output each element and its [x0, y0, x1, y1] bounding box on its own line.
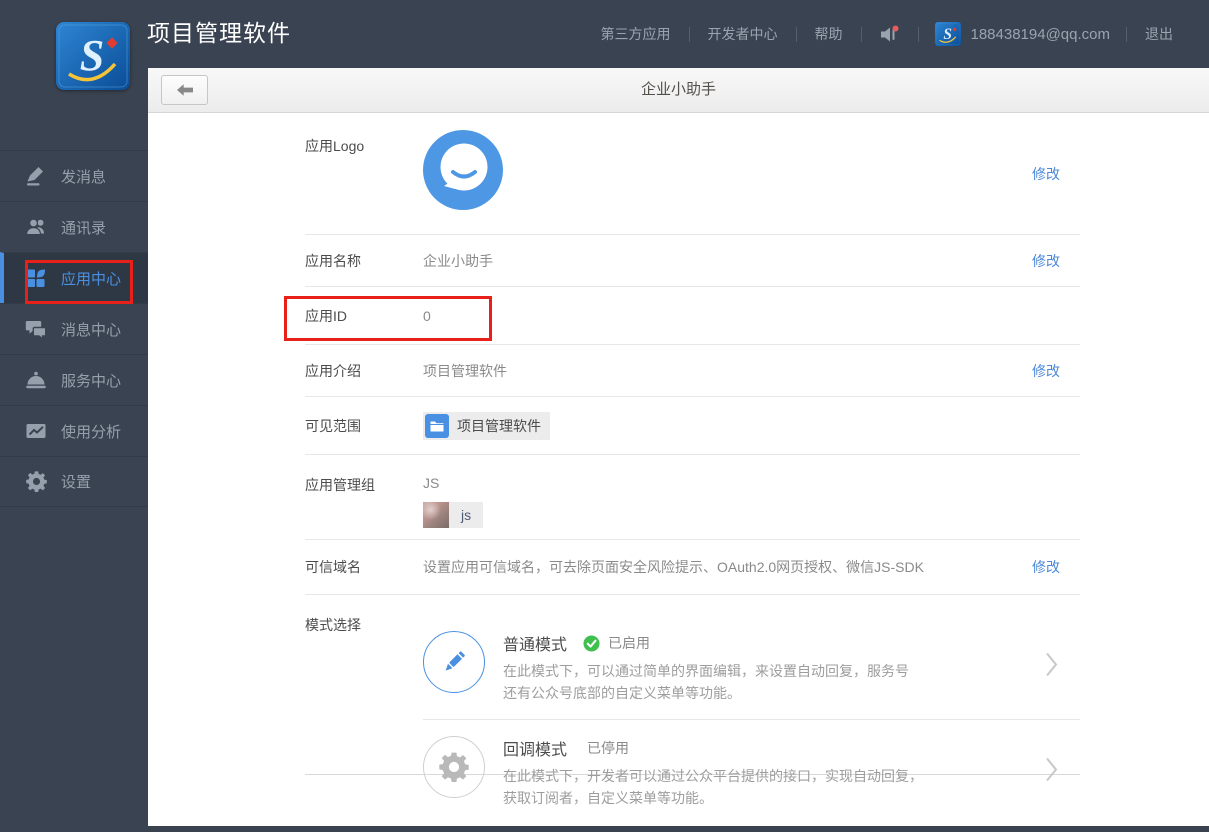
callback-mode-status: 已停用 [587, 740, 630, 756]
bottom-strip [148, 826, 1209, 832]
normal-mode-card[interactable]: 普通模式 已启用 在此模式下，可以通过简单的界面编辑，来设置自动回复，服务号 还… [423, 615, 1080, 719]
brand-title: 项目管理软件 [147, 20, 291, 46]
admin-group-block: JS js [423, 475, 484, 533]
trusted-domain-description: 设置应用可信域名，可去除页面安全风险提示、OAuth2.0网页授权、微信JS-S… [423, 559, 924, 575]
announcement-speaker-icon[interactable] [862, 23, 918, 45]
sidebar-item-label: 通讯录 [61, 219, 107, 237]
normal-mode-desc-line1: 在此模式下，可以通过简单的界面编辑，来设置自动回复，服务号 [503, 663, 909, 679]
callback-mode-desc-line1: 在此模式下，开发者可以通过公众平台提供的接口，实现自动回复， [503, 768, 923, 784]
callback-mode-title: 回调模式 [503, 742, 568, 759]
modify-logo-link[interactable]: 修改 [1032, 164, 1060, 184]
chevron-right-icon[interactable] [1045, 757, 1058, 788]
nav-third-party-apps[interactable]: 第三方应用 [583, 24, 689, 44]
app-name-value: 企业小助手 [423, 252, 493, 269]
callback-mode-text: 回调模式 已停用 在此模式下，开发者可以通过公众平台提供的接口，实现自动回复， … [503, 736, 923, 809]
row-app-intro: 应用介绍 项目管理软件 修改 [305, 345, 1080, 397]
brand-logo [56, 22, 130, 90]
app-settings-panel: 应用Logo 修改 应用名称 企业小助手 修改 应用ID 0 应用介绍 项目管理… [148, 113, 1209, 826]
callback-mode-card[interactable]: 回调模式 已停用 在此模式下，开发者可以通过公众平台提供的接口，实现自动回复， … [423, 719, 1080, 824]
sidebar-item-label: 发消息 [61, 168, 107, 186]
member-avatar [423, 502, 449, 528]
sidebar-item-usage-analytics[interactable]: 使用分析 [0, 405, 148, 456]
field-label: 应用名称 [305, 252, 361, 269]
field-label: 应用ID [305, 307, 347, 324]
back-arrow-icon [176, 84, 193, 96]
row-trusted-domain: 可信域名 设置应用可信域名，可去除页面安全风险提示、OAuth2.0网页授权、微… [305, 540, 1080, 595]
member-name: js [449, 502, 484, 528]
contacts-people-icon [25, 216, 47, 238]
normal-mode-status: 已启用 [608, 635, 651, 651]
enabled-check-icon [583, 634, 600, 652]
modify-trusted-domain-link[interactable]: 修改 [1032, 557, 1060, 577]
app-id-value: 0 [423, 307, 431, 324]
sidebar-menu: 发消息 通讯录 应用中心 消息中心 服务中心 使用分析 设置 [0, 150, 148, 507]
nav-help[interactable]: 帮助 [797, 24, 861, 44]
row-app-id: 应用ID 0 [305, 287, 1080, 345]
row-mode-select: 模式选择 普通模式 已启用 在此模式下，可以通过简单的界面编辑，来设置自动回复，… [305, 595, 1080, 806]
sidebar-item-label: 设置 [61, 474, 92, 491]
folder-icon [425, 413, 449, 438]
modify-name-link[interactable]: 修改 [1032, 251, 1060, 271]
nav-developer-center[interactable]: 开发者中心 [690, 24, 796, 44]
app-grid-icon [25, 267, 47, 289]
account-avatar [935, 21, 961, 47]
field-label: 可信域名 [305, 559, 361, 575]
field-label: 应用管理组 [305, 477, 375, 493]
field-label: 模式选择 [305, 617, 361, 633]
modify-intro-link[interactable]: 修改 [1032, 361, 1060, 381]
row-app-name: 应用名称 企业小助手 修改 [305, 235, 1080, 287]
back-button[interactable] [161, 75, 208, 105]
page-title: 企业小助手 [640, 81, 716, 98]
sidebar-item-label: 消息中心 [61, 321, 122, 339]
chat-bubbles-icon [25, 318, 47, 340]
page-header: 企业小助手 [148, 68, 1209, 113]
chevron-right-icon[interactable] [1045, 652, 1058, 683]
top-nav: 第三方应用 开发者中心 帮助 188438194@qq.com 退出 [583, 0, 1192, 68]
admin-member-chip: js [423, 502, 484, 528]
sidebar-item-settings[interactable]: 设置 [0, 456, 148, 507]
app-logo-image [423, 130, 503, 215]
account-menu[interactable]: 188438194@qq.com [919, 21, 1127, 47]
sidebar-item-label: 使用分析 [61, 423, 122, 441]
normal-mode-text: 普通模式 已启用 在此模式下，可以通过简单的界面编辑，来设置自动回复，服务号 还… [503, 631, 909, 704]
service-dome-icon [25, 369, 47, 391]
analytics-chart-icon [25, 420, 47, 442]
pencil-circle-icon [423, 631, 485, 693]
admin-group-name: JS [423, 475, 440, 491]
sidebar: 发消息 通讯录 应用中心 消息中心 服务中心 使用分析 设置 [0, 68, 148, 832]
top-header: 项目管理软件 第三方应用 开发者中心 帮助 188438194@qq.com 退… [0, 0, 1209, 68]
sidebar-item-contacts[interactable]: 通讯录 [0, 201, 148, 252]
row-admin-group: 应用管理组 JS js [305, 455, 1080, 540]
gear-circle-icon [423, 736, 485, 798]
field-label: 应用介绍 [305, 362, 361, 379]
sidebar-item-service-center[interactable]: 服务中心 [0, 354, 148, 405]
app-intro-value: 项目管理软件 [423, 362, 507, 379]
scope-tag-label: 项目管理软件 [457, 417, 541, 434]
sidebar-item-label: 服务中心 [61, 372, 122, 390]
application-window: 项目管理软件 第三方应用 开发者中心 帮助 188438194@qq.com 退… [0, 0, 1209, 832]
account-email: 188438194@qq.com [970, 25, 1111, 43]
field-label: 应用Logo [305, 138, 365, 154]
row-visible-scope: 可见范围 项目管理软件 [305, 397, 1080, 455]
sidebar-item-app-center[interactable]: 应用中心 [0, 252, 148, 303]
sidebar-item-message-center[interactable]: 消息中心 [0, 303, 148, 354]
row-app-logo: 应用Logo 修改 [305, 113, 1080, 235]
callback-mode-desc-line2: 获取订阅者，自定义菜单等功能。 [503, 790, 713, 806]
logout-button[interactable]: 退出 [1127, 24, 1191, 44]
scope-tag: 项目管理软件 [423, 411, 550, 440]
sidebar-item-send-message[interactable]: 发消息 [0, 150, 148, 201]
compose-pencil-icon [25, 165, 47, 187]
normal-mode-desc-line2: 还有公众号底部的自定义菜单等功能。 [503, 685, 741, 701]
field-label: 可见范围 [305, 417, 361, 434]
gear-icon [25, 471, 47, 493]
normal-mode-title: 普通模式 [503, 637, 568, 654]
sidebar-item-label: 应用中心 [61, 270, 122, 288]
